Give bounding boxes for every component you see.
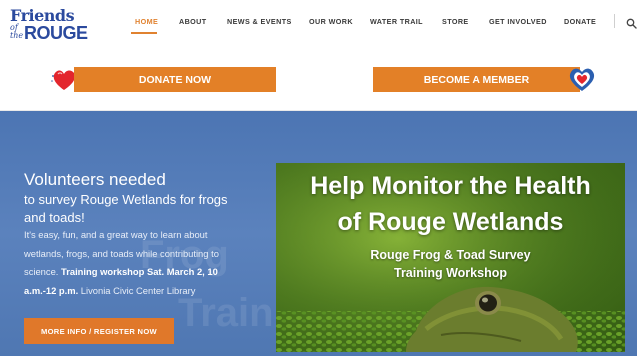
- promo-headline-line2: of Rouge Wetlands: [337, 208, 564, 236]
- hero-title: Volunteers needed: [24, 170, 166, 189]
- heart-badge-icon: [567, 67, 597, 93]
- logo-line-rouge: ROUGE: [24, 23, 88, 43]
- hero-subtitle-line2: and toads!: [24, 210, 85, 225]
- nav-news-events[interactable]: NEWS & EVENTS: [227, 17, 292, 26]
- nav-get-involved[interactable]: GET INVOLVED: [489, 17, 547, 26]
- promo-subheading-line2: Training Workshop: [394, 266, 507, 280]
- nav-donate[interactable]: DONATE: [564, 17, 596, 26]
- hero-body-line3: science. Training workshop Sat. March 2,…: [24, 267, 218, 277]
- nav-divider: [614, 14, 615, 28]
- hero-body-line4-bold: a.m.-12 p.m.: [24, 285, 79, 296]
- become-member-button[interactable]: BECOME A MEMBER: [373, 67, 580, 92]
- logo-line-the: the: [10, 31, 24, 40]
- nav-about[interactable]: ABOUT: [179, 17, 207, 26]
- hero-body-line2: wetlands, frogs, and toads while contrib…: [24, 248, 219, 259]
- more-info-register-button[interactable]: MORE INFO / REGISTER NOW: [24, 318, 174, 344]
- nav-home[interactable]: HOME: [135, 17, 158, 26]
- promo-banner[interactable]: Help Monitor the Health of Rouge Wetland…: [276, 163, 625, 352]
- nav-water-trail[interactable]: WATER TRAIL: [370, 17, 423, 26]
- site-logo[interactable]: Friends of the ROUGE: [10, 6, 88, 44]
- hero-body-line3-text: science.: [24, 266, 61, 277]
- promo-subheading-line1: Rouge Frog & Toad Survey: [370, 248, 531, 262]
- promo-headline-line1: Help Monitor the Health: [310, 172, 591, 200]
- hero-body-line3-bold: Training workshop Sat. March 2, 10: [61, 266, 218, 277]
- logo-line-friends: Friends: [10, 6, 75, 25]
- nav-active-underline: [131, 32, 157, 34]
- site-header: Friends of the ROUGE HOME ABOUT NEWS & E…: [0, 0, 637, 111]
- donate-now-button[interactable]: DONATE NOW: [74, 67, 276, 92]
- hero-body-line1: It's easy, fun, and a great way to learn…: [24, 229, 208, 240]
- hero-subtitle-line1: to survey Rouge Wetlands for frogs: [24, 192, 228, 207]
- hero-body-line4-text: Livonia Civic Center Library: [78, 285, 196, 296]
- search-icon[interactable]: [626, 16, 637, 29]
- hero-body-line4: a.m.-12 p.m. Livonia Civic Center Librar…: [24, 286, 195, 296]
- nav-store[interactable]: STORE: [442, 17, 469, 26]
- nav-our-work[interactable]: OUR WORK: [309, 17, 353, 26]
